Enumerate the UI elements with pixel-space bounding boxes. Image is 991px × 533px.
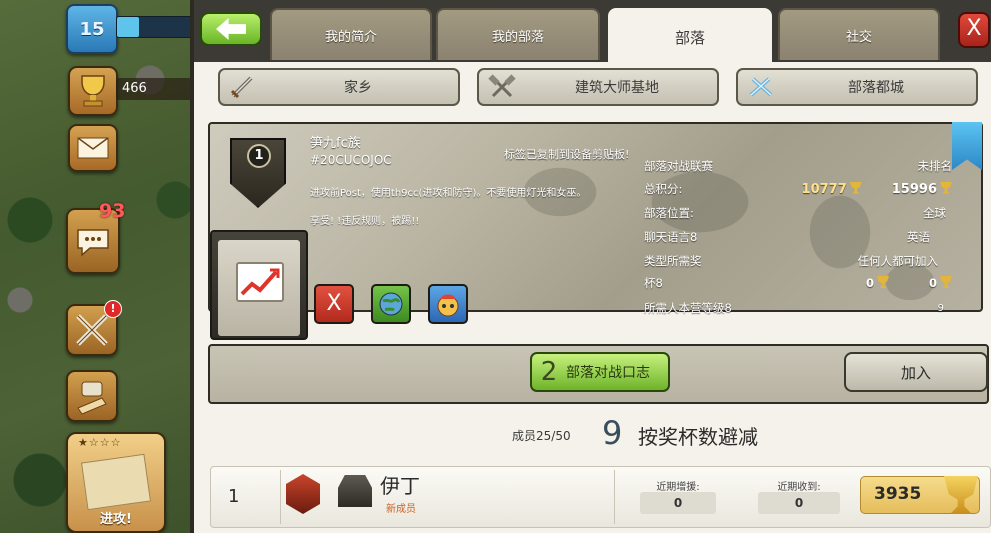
clan-chat-language-button[interactable]	[428, 284, 468, 324]
builder-button[interactable]	[66, 370, 118, 422]
town-hall-icon	[338, 475, 372, 507]
location-row: 部落位置: 全球	[644, 202, 960, 224]
received-label: 近期收到:	[777, 482, 821, 493]
sort-number: 9	[602, 414, 623, 452]
clan-type-value: 任何人都可加入	[857, 254, 939, 268]
player-level-badge[interactable]: 15	[66, 4, 118, 54]
clan-level: 1	[247, 144, 271, 168]
tab-social[interactable]: 社交	[778, 8, 940, 60]
trophy-button[interactable]	[68, 66, 118, 116]
builder-base-label: 建筑大师基地	[575, 80, 659, 96]
war-log-count: 2	[540, 357, 558, 387]
tab-label: 部落	[674, 28, 705, 47]
war-league-label: 部落对战联赛	[644, 159, 713, 173]
tab-clan[interactable]: 部落	[608, 8, 772, 64]
clan-capital-label: 部落都城	[848, 80, 904, 96]
globe-icon	[379, 292, 403, 316]
location-label: 部落位置:	[644, 206, 694, 220]
divider	[280, 470, 281, 524]
builder-icon	[77, 381, 107, 415]
trophy-count: 466	[116, 78, 192, 100]
language-row: 聊天语言8 英语	[644, 226, 960, 248]
join-button[interactable]: 加入	[844, 352, 988, 392]
clan-tag[interactable]: #20CUCOJOC	[310, 153, 392, 167]
donated-label: 近期增援:	[656, 482, 700, 493]
x-icon: X	[326, 291, 342, 316]
clan-war-log-button[interactable]: 2 部落对战口志	[530, 352, 670, 392]
sort-label[interactable]: 按奖杯数避减	[638, 421, 758, 450]
tab-label: 我的部落	[491, 29, 544, 45]
clan-location-button[interactable]	[371, 284, 411, 324]
received-value: 0	[758, 492, 840, 514]
required-townhall-label: 所需人本营等级8	[644, 301, 732, 315]
required-townhall-value: 9	[937, 302, 944, 314]
war-log-label: 部落对战口志	[566, 365, 650, 381]
member-role: 新成员	[386, 504, 416, 515]
sword-icon	[228, 73, 258, 101]
required-versus-trophies: 0	[928, 276, 937, 290]
clan-points-label: 总积分:	[644, 182, 683, 196]
crossed-hammers-icon	[487, 73, 517, 101]
trophy-icon	[940, 276, 952, 288]
required-trophies-label: 杯8	[644, 276, 663, 290]
member-trophies: 3935	[874, 484, 922, 504]
required-townhall-row: 所需人本营等级8 9	[644, 297, 960, 319]
language-label: 聊天语言8	[644, 230, 698, 244]
tab-my-clan[interactable]: 我的部落	[436, 8, 600, 60]
donated-value: 0	[640, 492, 716, 514]
crossed-swords-icon	[746, 73, 776, 101]
member-count: 成员25/50	[512, 429, 571, 443]
tab-label: 社交	[845, 29, 872, 45]
trophy-icon	[940, 181, 952, 194]
home-village-button[interactable]: 家乡	[218, 68, 460, 106]
mail-icon	[77, 137, 109, 159]
divider	[614, 470, 615, 524]
location-value: 全球	[923, 206, 946, 220]
xp-bar-fill	[117, 17, 139, 37]
mail-button[interactable]	[68, 124, 118, 172]
attack-label: 进攻!	[100, 512, 132, 527]
chart-icon	[236, 262, 284, 302]
war-league-value: 未排名	[917, 159, 953, 173]
war-league-row: 部落对战联赛 未排名	[644, 155, 960, 177]
clan-points-gold: 10777	[801, 181, 847, 197]
trophy-icon	[81, 75, 105, 107]
clan-points-row: 总积分: 10777 15996	[644, 178, 960, 200]
tab-my-profile[interactable]: 我的简介	[270, 8, 432, 60]
clan-description: 进攻前Post，使用th9cc(进攻和防守)。不要使用灯光和女巫。 享受! !违…	[310, 180, 640, 236]
home-village-label: 家乡	[344, 80, 372, 96]
member-rank: 1	[228, 486, 240, 507]
map-icon	[80, 453, 152, 511]
attack-stars: ★☆☆☆	[78, 436, 122, 449]
copied-toast: 标签已复制到设备剪贴板!	[504, 148, 630, 161]
clan-versus-points: 15996	[891, 181, 937, 197]
required-trophies: 0	[865, 276, 874, 290]
chat-unread-badge: 93	[99, 200, 126, 222]
clan-description-line: 进攻前Post，使用th9cc(进攻和防守)。不要使用灯光和女巫。	[310, 188, 587, 199]
clan-type-row: 类型所需奖 任何人都可加入	[644, 250, 960, 272]
chat-language-icon	[437, 294, 459, 317]
player-level: 15	[79, 18, 105, 40]
clan-name: 笋九fc族	[310, 136, 361, 151]
trophy-icon	[849, 181, 862, 194]
required-trophies-row: 杯8 0 0	[644, 272, 960, 294]
clan-description-line: 享受! !违反规则，被踢!!	[310, 216, 420, 227]
language-value: 英语	[907, 230, 930, 244]
clan-capital-button[interactable]: 部落都城	[736, 68, 978, 106]
close-button[interactable]: X	[958, 12, 990, 48]
builder-base-button[interactable]: 建筑大师基地	[477, 68, 719, 106]
trophy-icon	[876, 276, 889, 288]
tab-label: 我的简介	[324, 29, 377, 45]
clan-flag-button[interactable]: X	[314, 284, 354, 324]
member-name: 伊丁	[380, 474, 420, 498]
clan-type-label: 类型所需奖	[644, 254, 702, 268]
battle-alert-badge: !	[104, 300, 122, 318]
